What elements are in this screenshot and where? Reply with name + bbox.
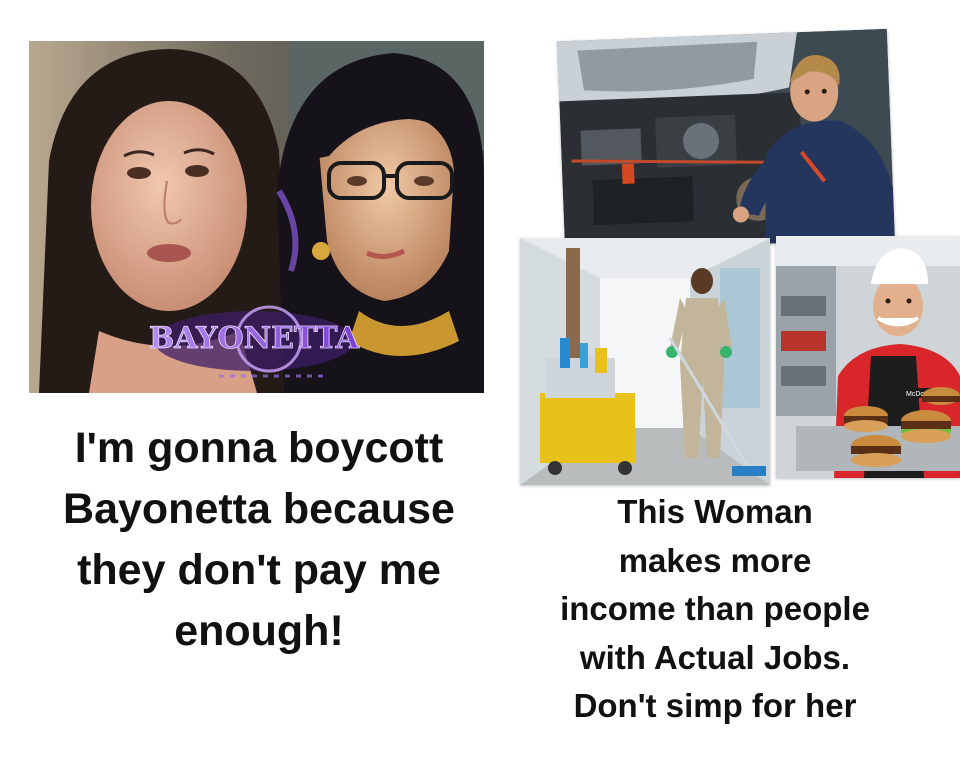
fast-food-worker-photo: McDon [776,236,960,478]
woman-and-bayonetta-photo: BAYONETTA [29,41,484,393]
janitor-photo [520,238,770,485]
left-caption: I'm gonna boycott Bayonetta because they… [63,424,455,655]
bayonetta-logo: BAYONETTA [149,321,360,356]
right-caption: This Woman makes more income than people… [560,493,870,724]
mechanic-photo [557,28,895,252]
